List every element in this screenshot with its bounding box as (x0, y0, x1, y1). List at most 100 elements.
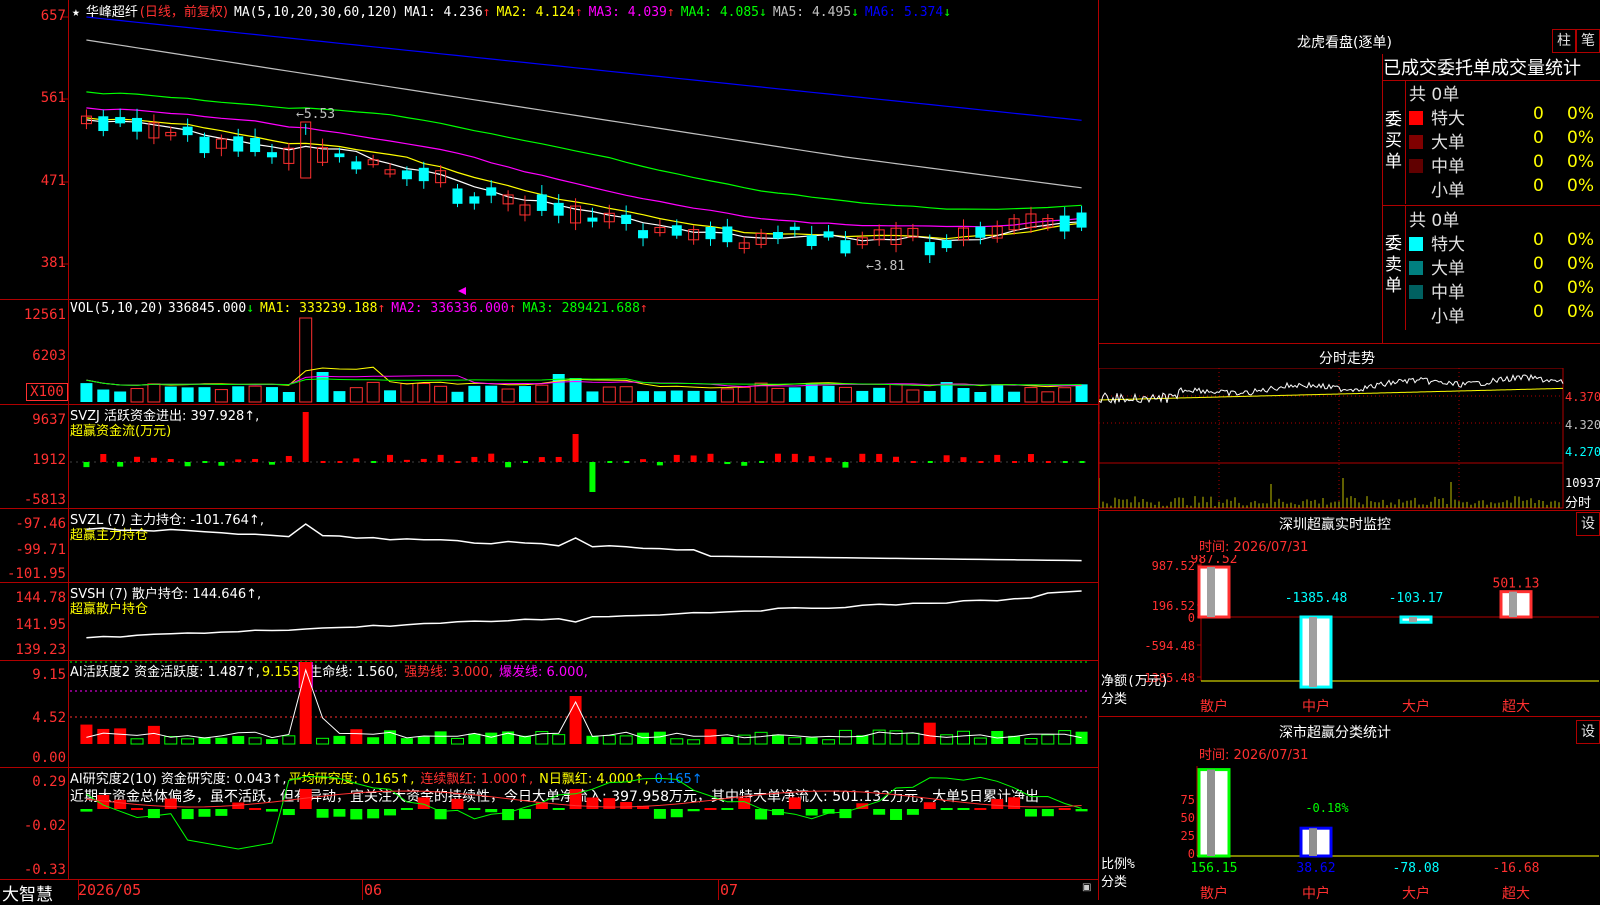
ai2-bar (215, 809, 228, 816)
volume-bar (248, 385, 262, 403)
sell-row-pct: 0% (1567, 254, 1594, 274)
svzj-bar (607, 461, 613, 463)
monitor-settings-button[interactable]: 设 (1576, 512, 1600, 536)
color-swatch (1409, 237, 1423, 251)
volume-bar (602, 386, 616, 403)
intraday-chart[interactable] (1099, 368, 1600, 510)
volume-bar (788, 387, 801, 402)
svzj-bar (167, 459, 174, 462)
volume-bar (417, 383, 431, 403)
classify-axis-label: 25 (1181, 829, 1195, 843)
sell-row-count: 0 (1533, 230, 1544, 250)
price-axis-2: 471 (40, 173, 66, 189)
intra-axis-3: 10937 (1565, 476, 1600, 490)
ai1-bar (822, 739, 836, 745)
sell-row[interactable]: 小单 0 0% (1409, 302, 1599, 327)
ai1-bar (957, 730, 970, 745)
ai2-bar (788, 797, 801, 809)
intra-axis-4: 分时 (1565, 496, 1592, 511)
buy-row[interactable]: 中单 0 0% (1409, 152, 1599, 177)
ai2-bar (400, 808, 413, 810)
classify-category: 大户 (1402, 885, 1430, 900)
svzj-bar (505, 462, 512, 468)
monitor-time: 时间: 2026/07/31 (1199, 540, 1309, 555)
ai2-bar (957, 808, 970, 810)
monitor-bar-shade (1409, 617, 1417, 623)
ai2-bar (80, 809, 93, 812)
volume-bar (114, 391, 127, 402)
svzj-bar (420, 458, 427, 462)
candle (722, 226, 733, 243)
ai-research-chart[interactable] (0, 767, 1098, 880)
tick-mode-button[interactable]: 笔 (1576, 29, 1600, 53)
sell-row[interactable]: 特大 0 0% (1409, 230, 1599, 255)
ai2-bar (164, 798, 177, 809)
volume-bar (485, 385, 498, 402)
svsh-axis-0: 144.78 (15, 590, 66, 606)
sell-row[interactable]: 中单 0 0% (1409, 278, 1599, 303)
sell-row-count: 0 (1533, 302, 1544, 322)
volume-bar (80, 383, 93, 402)
sell-total: 共 0单 (1409, 211, 1460, 231)
ai1-bar (940, 734, 954, 745)
classify-settings-button[interactable]: 设 (1576, 720, 1600, 744)
ai1-bar (586, 735, 599, 744)
svzj-bar (994, 454, 1001, 462)
ai2-bar (131, 808, 144, 810)
svzj-bar (759, 461, 765, 463)
volume-bar (586, 391, 599, 402)
sell-row[interactable]: 大单 0 0% (1409, 254, 1599, 279)
sell-side-label: 委卖单 (1385, 234, 1402, 296)
classify-bar-shade (1207, 769, 1215, 856)
volume-chart[interactable] (0, 300, 1098, 404)
ai1-bar (97, 728, 110, 744)
monitor-chart[interactable]: 987.52196.520-594.48-1385.48净额(万元)分类987.… (1099, 555, 1600, 715)
monitor-axis-label: 0 (1188, 611, 1195, 625)
ai-activity-chart[interactable] (0, 660, 1098, 767)
ai2-bar (687, 809, 700, 812)
svsh-chart[interactable] (0, 582, 1098, 660)
ai2-bar (1075, 809, 1088, 812)
chart-area[interactable]: ★ 华峰超纤 (日线，前复权) MA(5,10,20,30,60,120) MA1: 4… (0, 0, 1098, 905)
ai2-axis-2: -0.33 (23, 862, 66, 878)
volume-bar (265, 387, 278, 402)
volume-bar (349, 387, 363, 403)
svzj-bar (572, 434, 579, 462)
ai1-bar (181, 738, 195, 745)
candle (182, 126, 193, 136)
svzj-chart[interactable] (0, 404, 1098, 508)
candle (469, 196, 480, 204)
svzj-bar (893, 456, 900, 462)
svzj-bar (978, 461, 984, 463)
ai1-bar (350, 729, 363, 744)
ai1-axis-2: 0.00 (32, 750, 66, 766)
ai1-axis-1: 4.52 (32, 710, 66, 726)
classify-chart[interactable]: 75 50 25 0 比例% 分类 156.15 散户 38.62 中户 -78.08 大户 -16.6… (1099, 762, 1600, 900)
stats-title: 已成交委托单成交量统计 (1383, 54, 1600, 81)
svsh-axis-2: 139.23 (15, 642, 66, 658)
classify-bar-value: -78.08 (1393, 861, 1440, 876)
candle (536, 194, 547, 211)
ai1-bar (754, 731, 768, 745)
svzj-bar (235, 459, 242, 462)
volume-bar (889, 383, 903, 403)
classify-axis-label: 0 (1188, 847, 1195, 861)
right-panel: 龙虎看盘(逐单) 柱 笔 已成交委托单成交量统计 委买单 共 0单 特大 0 0% 大… (1098, 0, 1600, 900)
monitor-bar-shade (1309, 617, 1317, 688)
buy-row[interactable]: 大单 0 0% (1409, 128, 1599, 153)
svzl-chart[interactable] (0, 508, 1098, 582)
buy-row[interactable]: 小单 0 0% (1409, 176, 1599, 201)
candle (401, 170, 412, 180)
color-swatch (1409, 261, 1423, 275)
bar-mode-button[interactable]: 柱 (1552, 29, 1576, 53)
svzj-bar (252, 458, 259, 462)
monitor-xlabel: 分类 (1101, 692, 1127, 707)
volume-bar (687, 390, 700, 402)
color-swatch (1409, 135, 1423, 149)
buy-row[interactable]: 特大 0 0% (1409, 104, 1599, 129)
lock-icon[interactable]: ▣ (1082, 882, 1091, 893)
ai2-bar (265, 809, 278, 812)
price-chart[interactable]: ←5.53 ←3.81 (0, 0, 1098, 300)
classify-category: 散户 (1200, 885, 1228, 900)
svsh-line (86, 590, 1082, 639)
